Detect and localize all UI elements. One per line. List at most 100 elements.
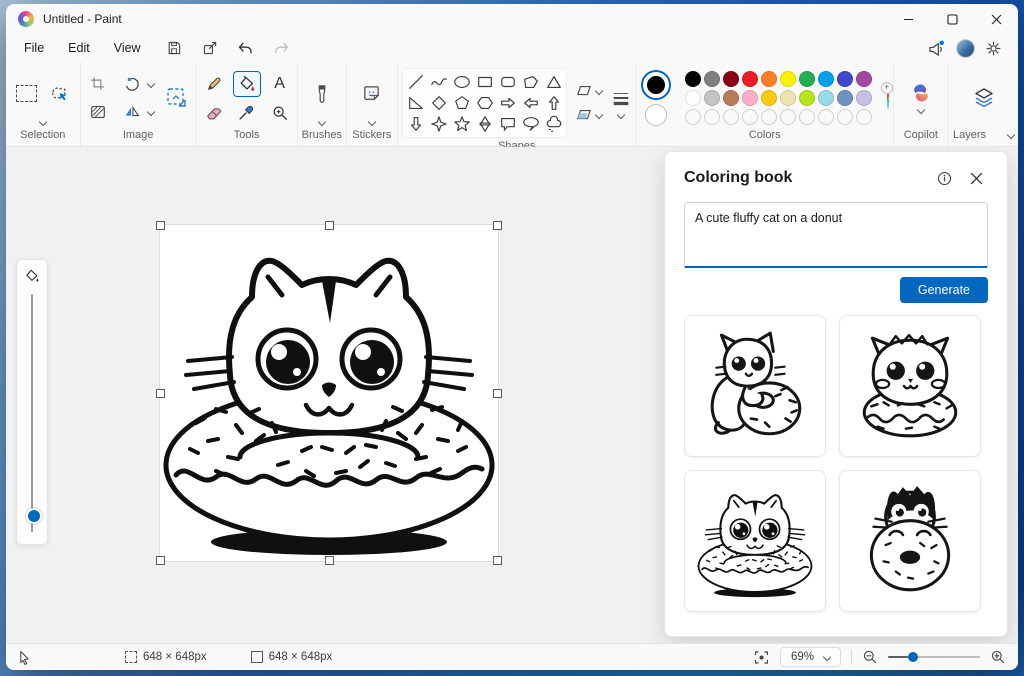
selection-handle-s[interactable] (325, 556, 334, 565)
shape-outline-icon[interactable] (575, 83, 593, 99)
shape-polygon-icon[interactable] (522, 73, 540, 91)
menu-view[interactable]: View (102, 37, 153, 59)
selection-handle-sw[interactable] (156, 556, 165, 565)
shape-right-triangle-icon[interactable] (407, 94, 425, 112)
palette-swatch[interactable] (685, 89, 702, 106)
shape-fill-chevron[interactable] (594, 110, 603, 120)
crop-button[interactable] (85, 72, 111, 96)
palette-swatch[interactable] (742, 89, 759, 106)
copilot-dropdown-chevron[interactable] (916, 105, 926, 115)
close-button[interactable] (974, 4, 1018, 34)
share-button[interactable] (195, 37, 225, 59)
shape-oval-icon[interactable] (453, 73, 471, 91)
zoom-level-dropdown[interactable]: 69% (779, 647, 841, 667)
palette-swatch-empty[interactable] (723, 108, 740, 125)
palette-swatch[interactable] (837, 89, 854, 106)
selection-handle-ne[interactable] (493, 221, 502, 230)
prompt-input[interactable]: A cute fluffy cat on a donut (684, 202, 988, 268)
selection-handle-se[interactable] (493, 556, 502, 565)
palette-swatch[interactable] (761, 89, 778, 106)
stickers-button[interactable] (359, 82, 385, 106)
magnifier-button[interactable] (267, 101, 293, 125)
shape-star-5-icon[interactable] (453, 115, 471, 133)
palette-swatch[interactable] (856, 89, 873, 106)
freeform-select-button[interactable] (46, 82, 72, 106)
shape-curve-icon[interactable] (430, 73, 448, 91)
palette-swatch[interactable] (799, 89, 816, 106)
thumbnail-cat-hugging-donut[interactable] (684, 315, 826, 457)
panel-close-button[interactable] (964, 166, 988, 190)
selection-handle-w[interactable] (156, 389, 165, 398)
shape-arrow-up-icon[interactable] (545, 94, 563, 112)
text-tool-button[interactable]: A (267, 72, 293, 96)
color-wheel-button[interactable] (880, 81, 893, 109)
shape-line-icon[interactable] (407, 73, 425, 91)
feedback-megaphone-icon[interactable] (927, 40, 946, 57)
palette-swatch-empty[interactable] (780, 108, 797, 125)
palette-swatch[interactable] (837, 70, 854, 87)
shape-arrow-right-icon[interactable] (499, 94, 517, 112)
shape-pentagon-icon[interactable] (453, 94, 471, 112)
palette-swatch-empty[interactable] (818, 108, 835, 125)
shape-rectangle-icon[interactable] (476, 73, 494, 91)
rotate-button[interactable] (119, 72, 145, 96)
selection-handle-nw[interactable] (156, 221, 165, 230)
shape-outline-chevron[interactable] (594, 86, 603, 96)
fill-tolerance-slider[interactable] (26, 294, 42, 532)
palette-swatch[interactable] (685, 70, 702, 87)
palette-swatch-empty[interactable] (704, 108, 721, 125)
shape-hexagon-icon[interactable] (476, 94, 494, 112)
thumbnail-black-white-cat-behind-donut[interactable] (839, 470, 981, 612)
shape-rounded-rectangle-icon[interactable] (499, 73, 517, 91)
redo-button[interactable] (267, 37, 297, 59)
rotate-dropdown-chevron[interactable] (146, 79, 155, 88)
ribbon-collapse-chevron[interactable] (1006, 130, 1016, 140)
palette-swatch[interactable] (761, 70, 778, 87)
panel-info-button[interactable] (932, 166, 956, 190)
palette-swatch-empty[interactable] (685, 108, 702, 125)
menu-edit[interactable]: Edit (56, 37, 102, 59)
background-removal-button[interactable] (85, 100, 111, 124)
color2-swatch[interactable] (644, 103, 667, 126)
shape-callout-oval-icon[interactable] (522, 115, 540, 133)
stickers-dropdown-chevron[interactable] (367, 117, 377, 127)
zoom-out-button[interactable] (862, 649, 878, 665)
brushes-button[interactable] (309, 82, 335, 106)
fill-tolerance-handle[interactable] (26, 508, 42, 524)
shape-callout-rounded-icon[interactable] (499, 115, 517, 133)
palette-swatch[interactable] (780, 70, 797, 87)
shape-arrow-down-icon[interactable] (407, 115, 425, 133)
palette-swatch[interactable] (704, 70, 721, 87)
eraser-button[interactable] (201, 101, 227, 125)
rectangle-select-button[interactable] (14, 82, 40, 106)
shape-diamond-icon[interactable] (430, 94, 448, 112)
zoom-slider[interactable] (888, 650, 980, 664)
account-avatar[interactable] (956, 38, 975, 58)
undo-button[interactable] (231, 37, 261, 59)
zoom-slider-handle[interactable] (908, 652, 918, 662)
brushes-dropdown-chevron[interactable] (317, 117, 327, 127)
selection-handle-e[interactable] (493, 389, 502, 398)
palette-swatch[interactable] (723, 70, 740, 87)
fill-bucket-button[interactable] (232, 70, 261, 97)
generate-button[interactable]: Generate (899, 277, 988, 303)
shape-callout-cloud-icon[interactable] (545, 115, 563, 133)
line-size-chevron[interactable] (616, 110, 625, 120)
zoom-in-button[interactable] (990, 649, 1006, 665)
palette-swatch-empty[interactable] (837, 108, 854, 125)
copilot-icon[interactable] (910, 82, 932, 104)
minimize-button[interactable] (886, 4, 930, 34)
shape-fill-icon[interactable] (575, 107, 593, 123)
maximize-button[interactable] (930, 4, 974, 34)
line-size-icon[interactable] (610, 88, 632, 108)
palette-swatch[interactable] (742, 70, 759, 87)
palette-swatch-empty[interactable] (742, 108, 759, 125)
menu-file[interactable]: File (12, 37, 56, 59)
palette-swatch-empty[interactable] (761, 108, 778, 125)
palette-swatch[interactable] (780, 89, 797, 106)
palette-swatch[interactable] (799, 70, 816, 87)
eyedropper-button[interactable] (233, 101, 259, 125)
fit-to-screen-button[interactable] (753, 649, 770, 666)
thumbnail-cat-sitting-in-donut[interactable] (684, 470, 826, 612)
flip-button[interactable] (119, 100, 145, 124)
